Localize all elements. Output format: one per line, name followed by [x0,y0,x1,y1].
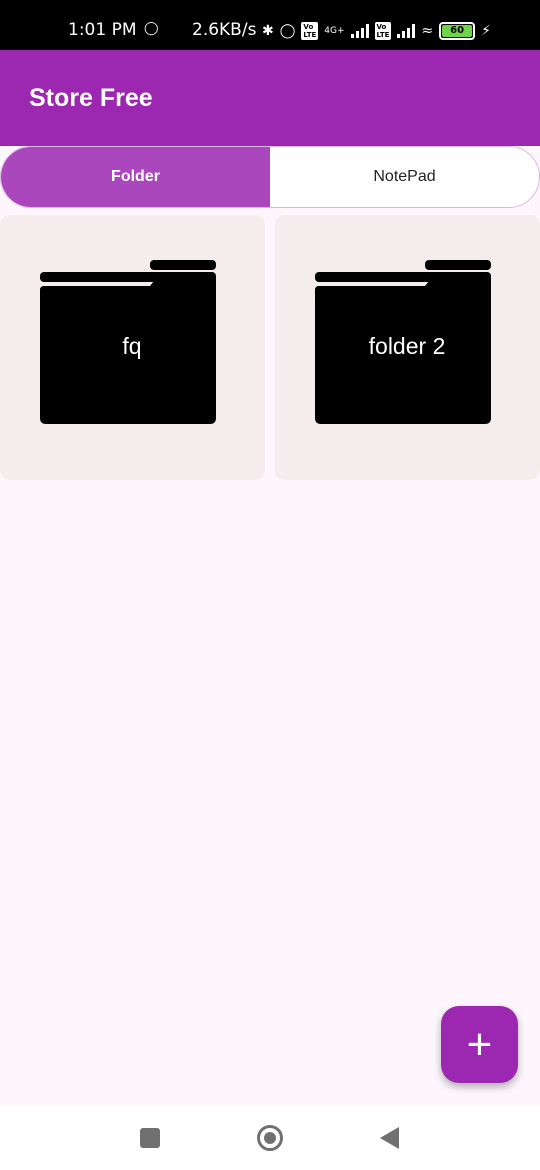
charging-icon: ⚡ [481,23,491,39]
signal-icon-2 [397,24,416,38]
folder-card-fq[interactable]: fq [0,215,265,480]
wifi-icon: ≈ [421,23,434,39]
folder-name: folder 2 [368,333,446,359]
folder-name: fq [122,333,142,359]
status-bar: 1:01 PM ◯ 2.6KB/s ✱ ◯ Vo LTE 4G+ Vo LTE ≈ … [0,0,540,50]
status-time: 1:01 PM [68,20,137,40]
recents-icon[interactable] [140,1128,160,1148]
plus-icon: + [466,1019,493,1069]
add-button[interactable]: + [441,1006,518,1083]
bluetooth-icon: ✱ [262,23,274,39]
link-icon: ◯ [279,23,296,39]
sim-icon: ◯ [144,21,159,36]
battery-icon: 60 [439,22,476,40]
volte-icon-2: Vo LTE [374,22,392,40]
network-speed: 2.6KB/s [192,20,257,40]
tab-notepad[interactable]: NotePad [270,147,539,207]
back-icon[interactable] [380,1127,399,1149]
folder-grid: fq folder 2 [0,215,540,480]
nav-bar [0,1105,540,1170]
app-title: Store Free [29,83,153,112]
tab-folder[interactable]: Folder [1,147,270,207]
folder-card-folder-2[interactable]: folder 2 [275,215,540,480]
battery-level: 60 [442,25,473,37]
volte-icon: Vo LTE [301,22,319,40]
network-type: 4G+ [324,26,345,36]
status-icons: ✱ ◯ Vo LTE 4G+ Vo LTE ≈ 60 ⚡ [262,18,491,44]
app-bar: Store Free [0,50,540,146]
home-icon[interactable] [257,1125,283,1151]
signal-icon [350,24,369,38]
tab-bar: Folder NotePad [0,146,540,208]
